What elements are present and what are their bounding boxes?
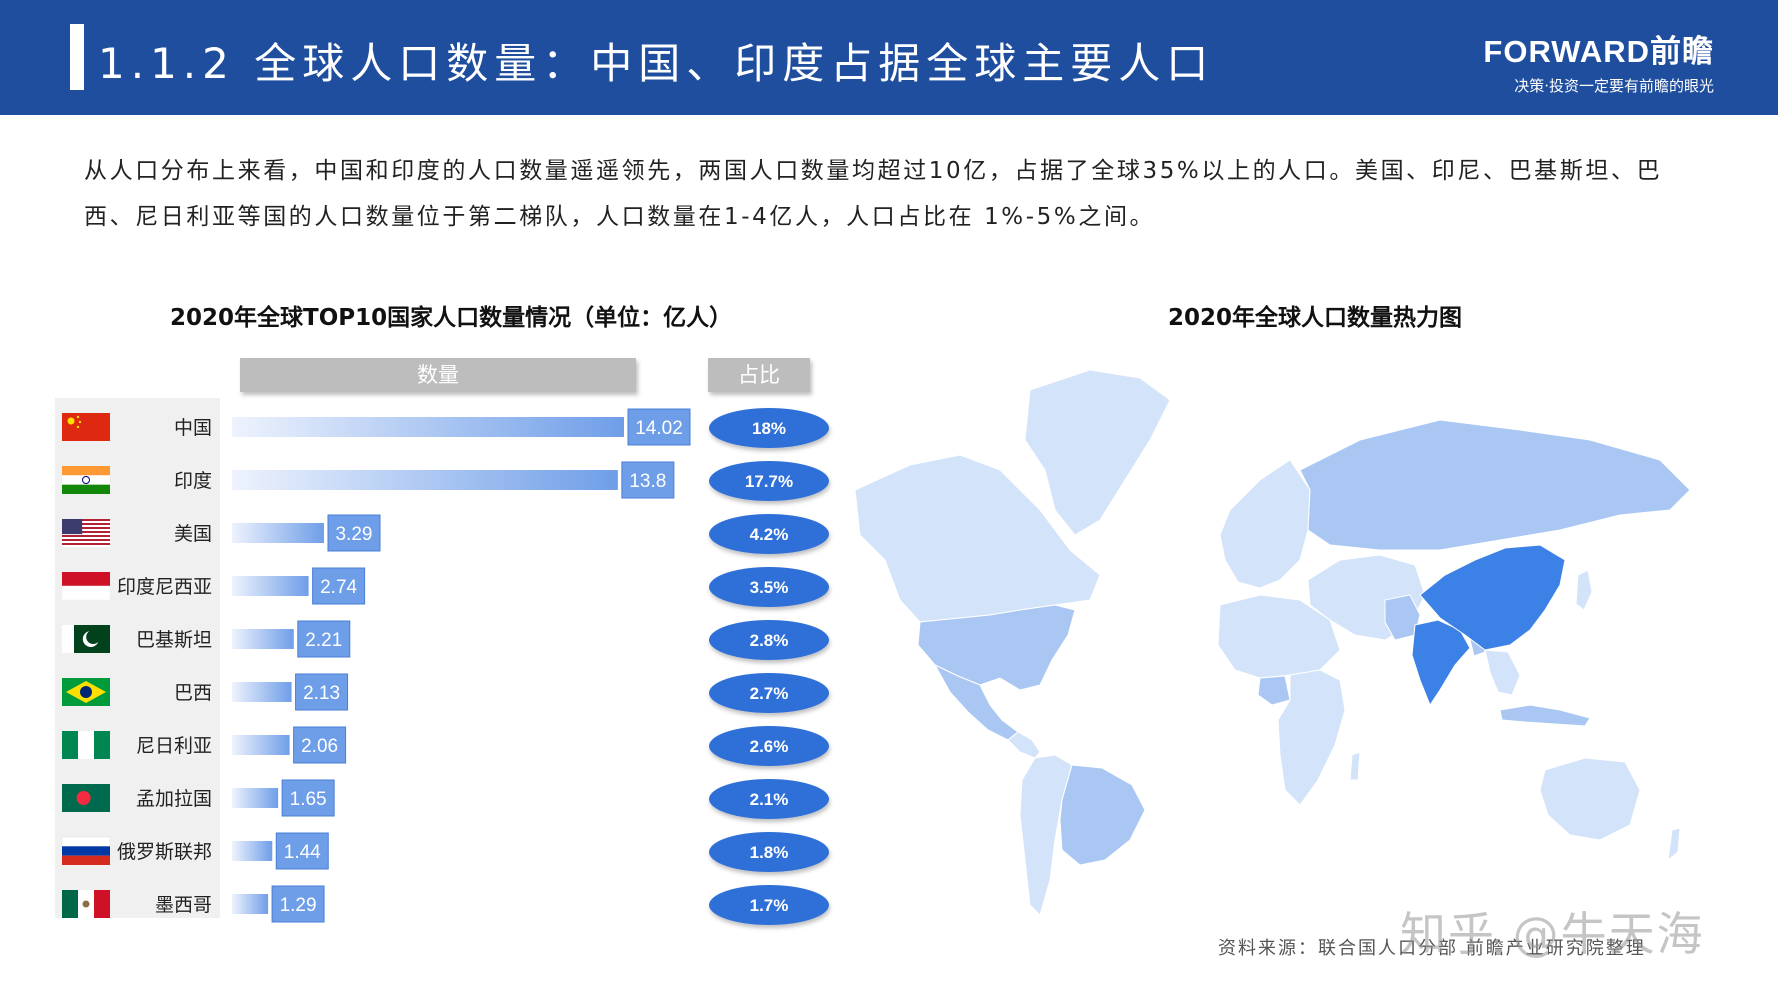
map-greenland (1024, 369, 1171, 536)
map-title: 2020年全球人口数量热力图 (1168, 305, 1463, 331)
world-heatmap (854, 369, 1691, 916)
bar-row: 美国 3.29 4.2% (62, 514, 829, 554)
bar (232, 629, 294, 649)
value-label: 2.21 (305, 630, 342, 651)
map-indonesia (1499, 704, 1591, 727)
china-flag-icon (62, 413, 110, 441)
bar (232, 841, 273, 861)
bar-row: 尼日利亚 2.06 2.6% (62, 726, 829, 766)
bar (232, 894, 269, 914)
bar (232, 682, 292, 702)
share-label: 4.2% (750, 525, 789, 544)
map-nigeria (1257, 675, 1291, 706)
bar-row: 印度尼西亚 2.74 3.5% (61, 567, 829, 607)
country-label: 孟加拉国 (136, 788, 212, 810)
bar (232, 788, 279, 808)
bangladesh-flag-icon (62, 784, 110, 812)
nigeria-flag-icon (62, 731, 110, 759)
share-label: 18% (752, 419, 786, 438)
bar-row: 墨西哥 1.29 1.7% (62, 885, 829, 925)
india-flag-icon (62, 466, 110, 494)
bar (232, 735, 290, 755)
value-label: 2.13 (303, 683, 340, 704)
share-label: 2.1% (750, 790, 789, 809)
country-label: 巴基斯坦 (136, 629, 212, 651)
russia-flag-icon (61, 836, 111, 865)
map-madagascar (1349, 751, 1361, 781)
bar-row: 中国 14.02 18% (62, 408, 829, 448)
value-label: 1.29 (280, 895, 317, 916)
country-label: 尼日利亚 (136, 735, 212, 757)
share-label: 1.8% (750, 843, 789, 862)
value-label: 14.02 (635, 418, 683, 439)
country-label: 美国 (174, 523, 212, 545)
country-label: 印度尼西亚 (117, 576, 212, 598)
bar-row: 印度 13.8 17.7% (62, 461, 829, 501)
bar-row: 巴基斯坦 2.21 2.8% (62, 620, 829, 660)
map-europe (1219, 459, 1311, 589)
country-label: 巴西 (174, 682, 212, 704)
share-label: 2.8% (750, 631, 789, 650)
share-label: 17.7% (745, 472, 793, 491)
bar (232, 417, 624, 437)
share-label: 3.5% (750, 578, 789, 597)
value-label: 2.74 (320, 577, 357, 598)
usa-flag-icon (62, 519, 110, 547)
bar-row: 巴西 2.13 2.7% (62, 673, 829, 713)
bar (232, 523, 324, 543)
share-label: 1.7% (750, 896, 789, 915)
map-southeast-asia (1484, 649, 1521, 696)
brazil-flag-icon (62, 678, 110, 706)
value-label: 3.29 (335, 524, 372, 545)
country-label: 印度 (174, 470, 212, 492)
value-label: 1.44 (284, 842, 321, 863)
map-central-america (1007, 731, 1041, 759)
indonesia-flag-icon (61, 572, 111, 601)
map-brazil (1059, 764, 1146, 866)
value-label: 1.65 (290, 789, 327, 810)
share-label: 2.6% (750, 737, 789, 756)
value-label: 2.06 (301, 736, 338, 757)
country-label: 俄罗斯联邦 (117, 841, 212, 863)
pakistan-flag-icon (62, 625, 110, 653)
country-label: 墨西哥 (155, 894, 212, 916)
map-new-zealand (1667, 827, 1681, 862)
bar (232, 470, 618, 490)
bar-row: 俄罗斯联邦 1.44 1.8% (61, 832, 829, 872)
mexico-flag-icon (62, 890, 110, 918)
watermark: 知乎 @牛天海 (1400, 907, 1705, 961)
map-russia (1299, 419, 1691, 551)
bar (232, 576, 309, 596)
bar-row: 孟加拉国 1.65 2.1% (62, 779, 829, 819)
value-label: 13.8 (629, 471, 666, 492)
map-japan (1575, 569, 1593, 611)
map-australia (1539, 757, 1641, 841)
country-label: 中国 (174, 417, 212, 439)
share-label: 2.7% (750, 684, 789, 703)
